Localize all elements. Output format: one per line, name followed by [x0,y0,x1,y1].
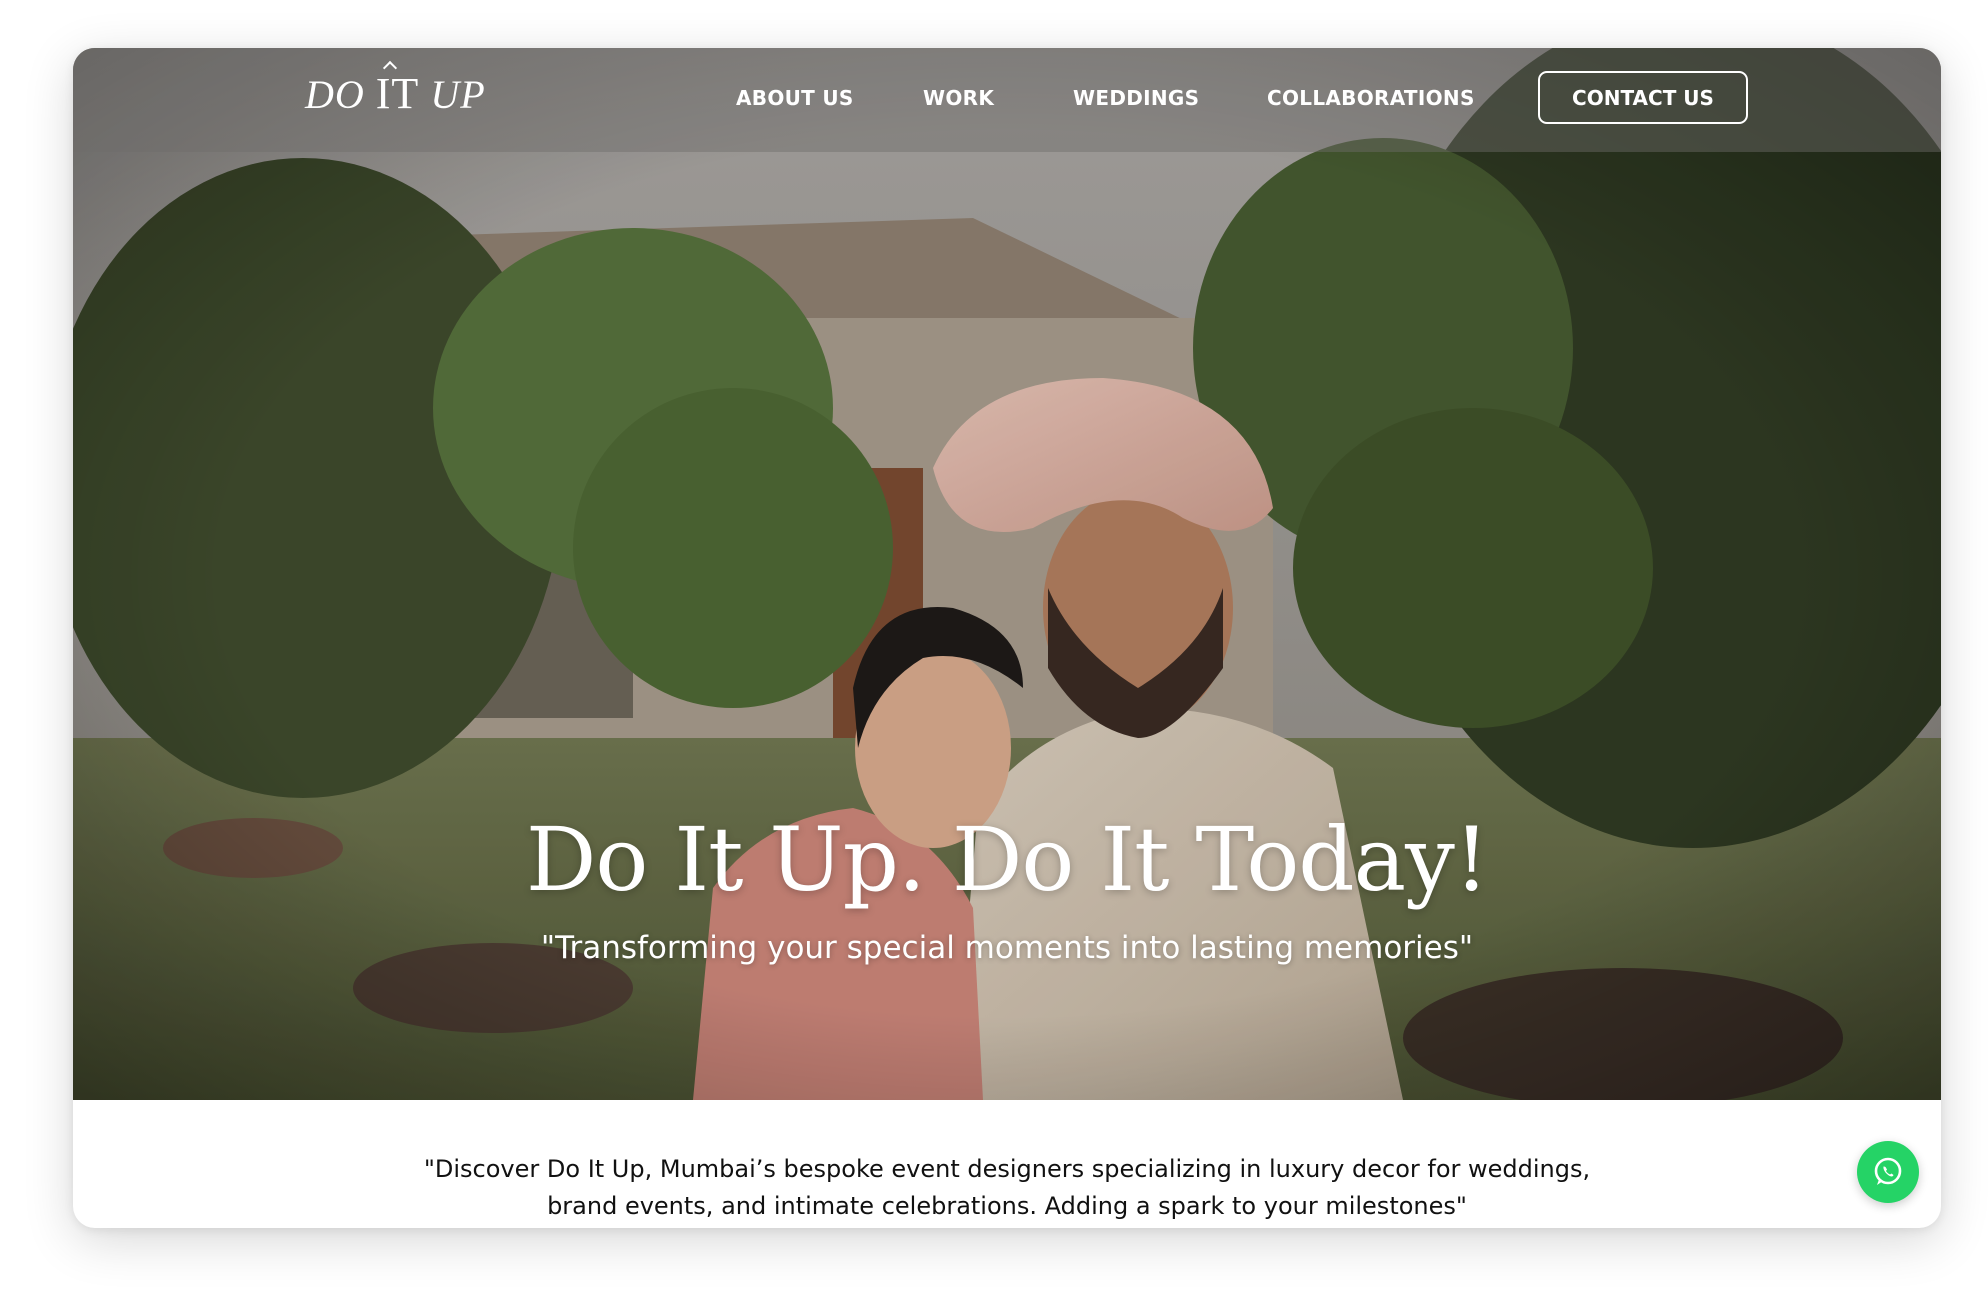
hero-subheadline: "Transforming your special moments into … [540,930,1474,966]
about-blurb: "Discover Do It Up, Mumbai’s bespoke eve… [73,1151,1941,1225]
nav-link-collaborations[interactable]: COLLABORATIONS [1267,86,1475,110]
hero-headline: Do It Up. Do It Today! [525,808,1489,911]
top-navigation-bar: DO IT UP ABOUT US WORK WEDDINGS COLLABOR… [73,48,1941,152]
whatsapp-icon [1874,1157,1902,1185]
nav-link-weddings[interactable]: WEDDINGS [1073,86,1199,110]
logo-word-up: UP [430,72,486,117]
logo-word-it: IT [375,69,420,118]
logo-word-do: DO [305,72,365,117]
nav-link-about-us[interactable]: ABOUT US [736,86,854,110]
about-blurb-line-2: brand events, and intimate celebrations.… [547,1192,1467,1220]
contact-us-button[interactable]: CONTACT US [1538,71,1748,124]
browser-window: DO IT UP ABOUT US WORK WEDDINGS COLLABOR… [73,48,1941,1228]
whatsapp-button[interactable] [1857,1141,1919,1203]
nav-link-work[interactable]: WORK [923,86,994,110]
hero-section: DO IT UP ABOUT US WORK WEDDINGS COLLABOR… [73,48,1941,1100]
about-blurb-line-1: "Discover Do It Up, Mumbai’s bespoke eve… [423,1155,1591,1183]
site-logo[interactable]: DO IT UP [305,68,486,119]
